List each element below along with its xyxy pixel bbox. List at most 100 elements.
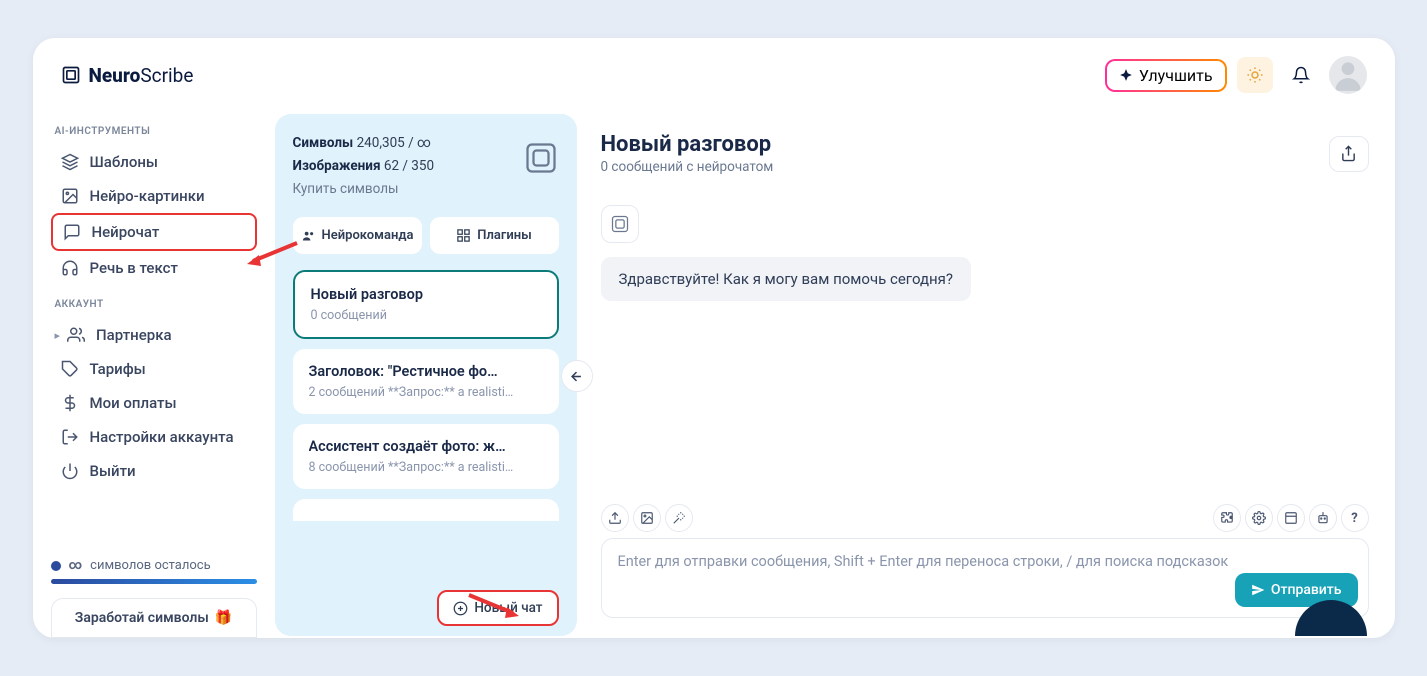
- chat-title: Новый разговор: [601, 132, 774, 157]
- composer-area: ? Отправить: [577, 498, 1393, 636]
- nav-label: Мои оплаты: [90, 394, 177, 412]
- nav-label: Нейрочат: [92, 223, 160, 241]
- tab-plugins[interactable]: Плагины: [430, 217, 559, 254]
- tag-icon: [61, 360, 79, 378]
- image-button[interactable]: [633, 504, 661, 532]
- upload-icon: [608, 511, 622, 525]
- picture-icon: [640, 511, 654, 525]
- rocket-icon: [1119, 68, 1133, 82]
- nav-label: Тарифы: [90, 360, 146, 378]
- brand-icon: [61, 65, 81, 85]
- app-container: NeuroScribe Улучшить AI-ИНСТРУМЕНТЫ: [33, 38, 1395, 638]
- users-icon: [67, 326, 85, 344]
- nav-logout[interactable]: Выйти: [51, 454, 257, 488]
- composer-toolbar: ?: [601, 498, 1369, 538]
- layout-icon: [1284, 511, 1298, 525]
- robot-button[interactable]: [1309, 504, 1337, 532]
- earn-label: Заработай символы: [75, 610, 209, 626]
- nav-partner[interactable]: ▸ Партнерка: [51, 318, 257, 352]
- avatar-placeholder-icon: [1329, 56, 1367, 94]
- nav-sidebar: AI-ИНСТРУМЕНТЫ Шаблоны Нейро-картинки Не…: [33, 112, 275, 638]
- chat-list-panel: Символы 240,305 / ∞ Изображения 62 / 350…: [275, 114, 577, 636]
- status-dot: [51, 561, 61, 571]
- arrow-left-icon: [569, 369, 584, 384]
- new-chat-button[interactable]: Новый чат: [437, 590, 558, 626]
- buy-symbols-link[interactable]: Купить символы: [293, 178, 559, 201]
- earn-symbols-button[interactable]: Заработай символы 🎁: [51, 598, 257, 638]
- nav-label: Партнерка: [96, 326, 172, 344]
- usage-stats: Символы 240,305 / ∞ Изображения 62 / 350…: [293, 132, 559, 201]
- share-icon: [1340, 145, 1357, 162]
- nav-label: Выйти: [90, 462, 136, 480]
- conversation-item[interactable]: Ассистент создаёт фото: ж… 8 сообщений *…: [293, 424, 559, 489]
- chevron-right-icon: ▸: [55, 329, 61, 342]
- help-button[interactable]: ?: [1341, 504, 1369, 532]
- nav-neuro-images[interactable]: Нейро-картинки: [51, 179, 257, 213]
- nav-speech-to-text[interactable]: Речь в текст: [51, 251, 257, 285]
- nav-label: Нейро-картинки: [90, 187, 205, 205]
- upgrade-label: Улучшить: [1139, 66, 1213, 85]
- conversation-item[interactable]: Новый разговор 0 сообщений: [293, 270, 559, 339]
- chat-subtitle: 0 сообщений с нейрочатом: [601, 159, 774, 175]
- nav-account-settings[interactable]: Настройки аккаунта: [51, 420, 257, 454]
- settings-button[interactable]: [1245, 504, 1273, 532]
- nav-label: Шаблоны: [90, 153, 159, 171]
- tab-neuroteam[interactable]: Нейрокоманда: [293, 217, 422, 254]
- template-button[interactable]: [1277, 504, 1305, 532]
- chat-main: Новый разговор 0 сообщений с нейрочатом …: [577, 114, 1393, 636]
- share-button[interactable]: [1329, 136, 1369, 172]
- nav-label: Настройки аккаунта: [90, 428, 234, 446]
- model-icon: [523, 140, 559, 176]
- symbols-progress-bar: [51, 579, 257, 584]
- messages-area: Здравствуйте! Как я могу вам помочь сего…: [577, 185, 1393, 498]
- send-icon: [1251, 583, 1265, 597]
- extension-button[interactable]: [1213, 504, 1241, 532]
- header-actions: Улучшить: [1105, 56, 1367, 94]
- grid-icon: [456, 228, 471, 243]
- app-body: AI-ИНСТРУМЕНТЫ Шаблоны Нейро-картинки Не…: [33, 112, 1395, 638]
- chat-sidebar-tabs: Нейрокоманда Плагины: [293, 217, 559, 254]
- magic-button[interactable]: [665, 504, 693, 532]
- gift-icon: 🎁: [215, 610, 232, 626]
- symbols-remaining: ∞ символов осталось: [51, 558, 257, 573]
- nav-payments[interactable]: Мои оплаты: [51, 386, 257, 420]
- headphones-icon: [61, 259, 79, 277]
- collapse-panel-button[interactable]: [561, 360, 593, 392]
- chat-icon: [63, 223, 81, 241]
- user-avatar[interactable]: [1329, 56, 1367, 94]
- layers-icon: [61, 153, 79, 171]
- bot-avatar: [601, 205, 639, 243]
- conversation-list: Новый разговор 0 сообщений Заголовок: "Р…: [293, 270, 559, 618]
- plus-circle-icon: [453, 601, 468, 616]
- team-icon: [301, 228, 316, 243]
- settings-icon: [61, 428, 79, 446]
- upgrade-button[interactable]: Улучшить: [1105, 59, 1227, 92]
- nav-neurochat[interactable]: Нейрочат: [51, 213, 257, 251]
- message-composer: Отправить: [601, 538, 1369, 618]
- image-icon: [61, 187, 79, 205]
- dollar-icon: [61, 394, 79, 412]
- section-ai-tools: AI-ИНСТРУМЕНТЫ: [55, 126, 257, 137]
- gear-icon: [1252, 511, 1266, 525]
- section-account: АККАУНТ: [55, 299, 257, 310]
- greeting-message: Здравствуйте! Как я могу вам помочь сего…: [601, 257, 972, 301]
- brand[interactable]: NeuroScribe: [61, 64, 194, 87]
- conversation-item[interactable]: Заголовок: "Рестичное фо… 2 сообщений **…: [293, 349, 559, 414]
- chat-header: Новый разговор 0 сообщений с нейрочатом: [577, 114, 1393, 185]
- theme-toggle[interactable]: [1237, 57, 1273, 93]
- nav-pricing[interactable]: Тарифы: [51, 352, 257, 386]
- brand-text: NeuroScribe: [89, 64, 194, 87]
- puzzle-icon: [1220, 511, 1234, 525]
- sun-icon: [1246, 66, 1264, 84]
- conversation-item[interactable]: [293, 499, 559, 521]
- bell-icon: [1292, 66, 1310, 84]
- robot-icon: [1316, 511, 1330, 525]
- wand-icon: [672, 511, 686, 525]
- nav-label: Речь в текст: [90, 259, 178, 277]
- nav-templates[interactable]: Шаблоны: [51, 145, 257, 179]
- attach-button[interactable]: [601, 504, 629, 532]
- notifications-button[interactable]: [1283, 57, 1319, 93]
- question-icon: ?: [1351, 511, 1357, 526]
- app-header: NeuroScribe Улучшить: [33, 38, 1395, 112]
- bot-icon: [610, 214, 630, 234]
